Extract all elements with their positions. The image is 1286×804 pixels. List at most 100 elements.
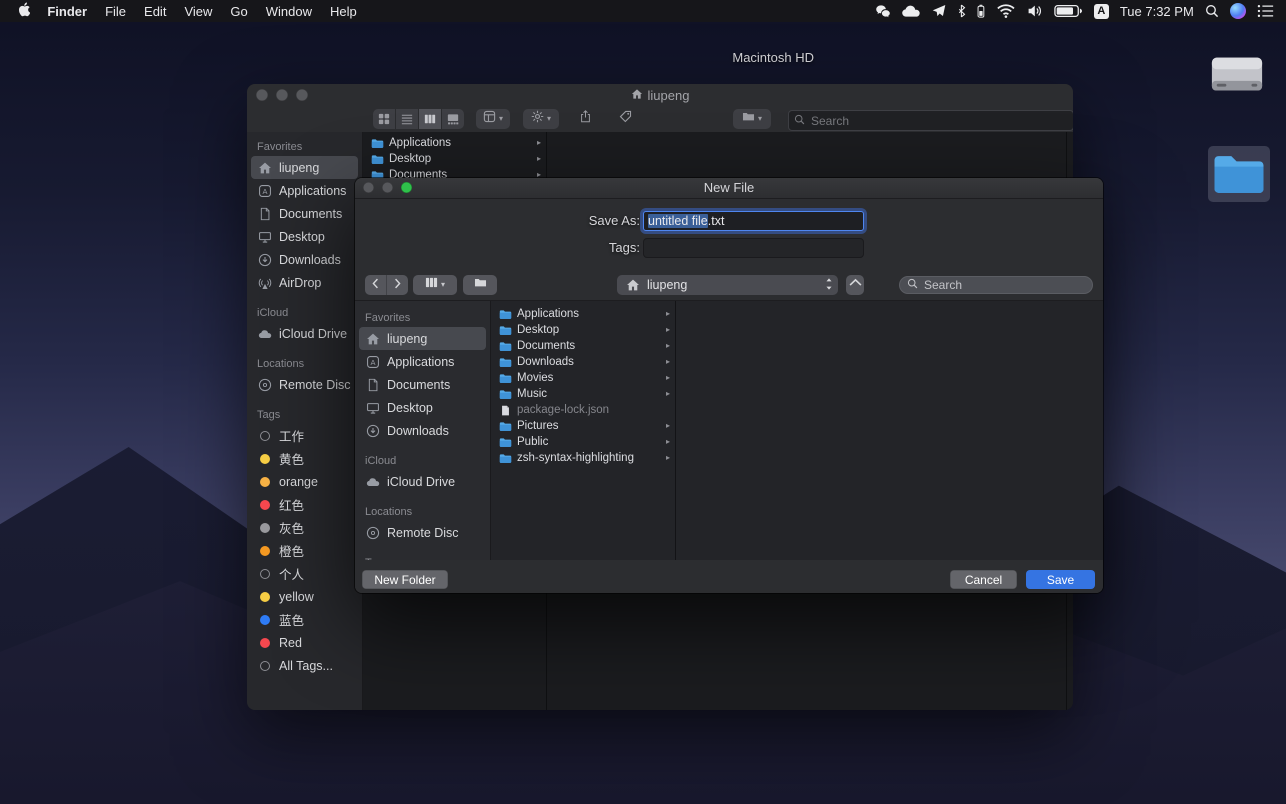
app-menu-finder[interactable]: Finder	[38, 4, 96, 19]
edit-tags-button[interactable]	[613, 109, 637, 129]
menu-edit[interactable]: Edit	[135, 4, 175, 19]
back-button[interactable]	[365, 275, 387, 295]
sidebar-item-label: Remote Disc	[279, 378, 351, 392]
sidebar-item-tag-1[interactable]: 黄色	[251, 447, 358, 470]
sidebar-item-red[interactable]: Red	[251, 631, 358, 654]
sidebar-item-downloads[interactable]: Downloads	[359, 419, 486, 442]
apple-menu[interactable]	[10, 2, 38, 20]
sidebar-item-icloud-drive[interactable]: iCloud Drive	[359, 470, 486, 493]
input-source-icon[interactable]: A	[1094, 4, 1109, 19]
view-mode-popup[interactable]: ▾	[413, 275, 457, 295]
file-row-applications[interactable]: Applications▸	[491, 306, 675, 322]
file-row-zsh-syntax-highlighting[interactable]: zsh-syntax-highlighting▸	[491, 450, 675, 466]
close-button[interactable]	[363, 182, 374, 193]
cancel-button[interactable]: Cancel	[950, 570, 1017, 589]
new-folder-button[interactable]: New Folder	[362, 570, 448, 589]
finder-search-field[interactable]	[788, 110, 1073, 131]
group-icon	[483, 110, 496, 128]
desktop-icon-macintosh-hd[interactable]: Macintosh HD	[1197, 48, 1277, 104]
sidebar-item-remote-disc[interactable]: Remote Disc	[359, 521, 486, 544]
sidebar-item-airdrop[interactable]: AirDrop	[251, 271, 358, 294]
new-file-dialog: New File Save As: untitled file.txt Tags…	[355, 178, 1103, 593]
sidebar-item-tag-3[interactable]: 红色	[251, 493, 358, 516]
paperplane-icon[interactable]	[932, 4, 946, 18]
sidebar-item-desktop[interactable]: Desktop	[359, 396, 486, 419]
location-popup[interactable]: liupeng	[617, 275, 838, 295]
minimize-button[interactable]	[382, 182, 393, 193]
dialog-search-field[interactable]	[899, 276, 1093, 294]
sidebar-item-liupeng[interactable]: liupeng	[359, 327, 486, 350]
sidebar-item-label: 工作	[279, 426, 304, 445]
folder-popup-button[interactable]: ▾	[733, 109, 771, 129]
file-row-desktop[interactable]: Desktop▸	[491, 322, 675, 338]
notification-center-icon[interactable]	[1257, 4, 1274, 18]
file-row-applications[interactable]: Applications▸	[363, 135, 546, 151]
zoom-button[interactable]	[296, 89, 308, 101]
dialog-sidebar: FavoritesliupengAApplicationsDocumentsDe…	[355, 301, 491, 561]
sidebar-item-tag-6[interactable]: 个人	[251, 562, 358, 585]
battery-icon[interactable]	[1054, 4, 1083, 18]
cloud-icon[interactable]	[901, 4, 921, 18]
column-divider[interactable]	[675, 301, 676, 561]
search-input[interactable]	[809, 113, 1068, 129]
volume-icon[interactable]	[1027, 4, 1043, 18]
desktop-icon-work[interactable]: work	[1199, 146, 1279, 202]
collapse-expand-button[interactable]	[846, 275, 864, 295]
sidebar-item-applications[interactable]: AApplications	[251, 179, 358, 202]
file-row-movies[interactable]: Movies▸	[491, 370, 675, 386]
close-button[interactable]	[256, 89, 268, 101]
sidebar-item-tag-5[interactable]: 橙色	[251, 539, 358, 562]
menu-bar-clock[interactable]: Tue 7:32 PM	[1120, 4, 1194, 19]
sidebar-item-icloud-drive[interactable]: iCloud Drive	[251, 322, 358, 345]
sidebar-item-documents[interactable]: Documents	[251, 202, 358, 225]
file-row-public[interactable]: Public▸	[491, 434, 675, 450]
sidebar-item-liupeng[interactable]: liupeng	[251, 156, 358, 179]
file-row-package-lock-json[interactable]: package-lock.json	[491, 402, 675, 418]
save-button[interactable]: Save	[1026, 570, 1095, 589]
share-button[interactable]	[573, 109, 597, 129]
device-battery-icon[interactable]	[977, 4, 985, 18]
filename-input[interactable]: untitled file.txt	[643, 211, 864, 231]
list-view-button[interactable]	[396, 109, 419, 129]
sidebar-item-yellow[interactable]: yellow	[251, 585, 358, 608]
sidebar-item-tag-4[interactable]: 灰色	[251, 516, 358, 539]
file-row-downloads[interactable]: Downloads▸	[491, 354, 675, 370]
bluetooth-icon[interactable]	[957, 4, 966, 18]
sidebar-item-orange[interactable]: orange	[251, 470, 358, 493]
file-row-music[interactable]: Music▸	[491, 386, 675, 402]
icon-view-button[interactable]	[373, 109, 396, 129]
sidebar-item-downloads[interactable]: Downloads	[251, 248, 358, 271]
menu-help[interactable]: Help	[321, 4, 366, 19]
sidebar-item-all-tags[interactable]: All Tags...	[251, 654, 358, 677]
search-input[interactable]	[922, 277, 1085, 293]
share-icon	[579, 110, 592, 128]
zoom-button[interactable]	[401, 182, 412, 193]
forward-button[interactable]	[387, 275, 408, 295]
menu-file[interactable]: File	[96, 4, 135, 19]
sidebar-item-tag-0[interactable]: 工作	[251, 424, 358, 447]
menu-window[interactable]: Window	[257, 4, 321, 19]
menu-view[interactable]: View	[175, 4, 221, 19]
menu-go[interactable]: Go	[221, 4, 256, 19]
sidebar-item-desktop[interactable]: Desktop	[251, 225, 358, 248]
siri-icon[interactable]	[1230, 3, 1246, 19]
file-row-pictures[interactable]: Pictures▸	[491, 418, 675, 434]
file-row-documents[interactable]: Documents▸	[491, 338, 675, 354]
file-row-desktop[interactable]: Desktop▸	[363, 151, 546, 167]
spotlight-icon[interactable]	[1205, 4, 1219, 18]
sidebar-item-applications[interactable]: AApplications	[359, 350, 486, 373]
sidebar-item-tag-8[interactable]: 蓝色	[251, 608, 358, 631]
wechat-icon[interactable]	[875, 4, 891, 18]
sidebar-item-documents[interactable]: Documents	[359, 373, 486, 396]
recent-folders-button[interactable]	[463, 275, 497, 295]
actions-button[interactable]: ▾	[523, 109, 559, 129]
group-by-button[interactable]: ▾	[476, 109, 510, 129]
sidebar-item-label: iCloud Drive	[279, 327, 347, 341]
minimize-button[interactable]	[276, 89, 288, 101]
sidebar-item-remote-disc[interactable]: Remote Disc	[251, 373, 358, 396]
tags-input[interactable]	[643, 238, 864, 258]
gallery-view-button[interactable]	[442, 109, 464, 129]
folder-icon	[499, 357, 512, 368]
wifi-icon[interactable]	[996, 4, 1016, 18]
column-view-button[interactable]	[419, 109, 442, 129]
